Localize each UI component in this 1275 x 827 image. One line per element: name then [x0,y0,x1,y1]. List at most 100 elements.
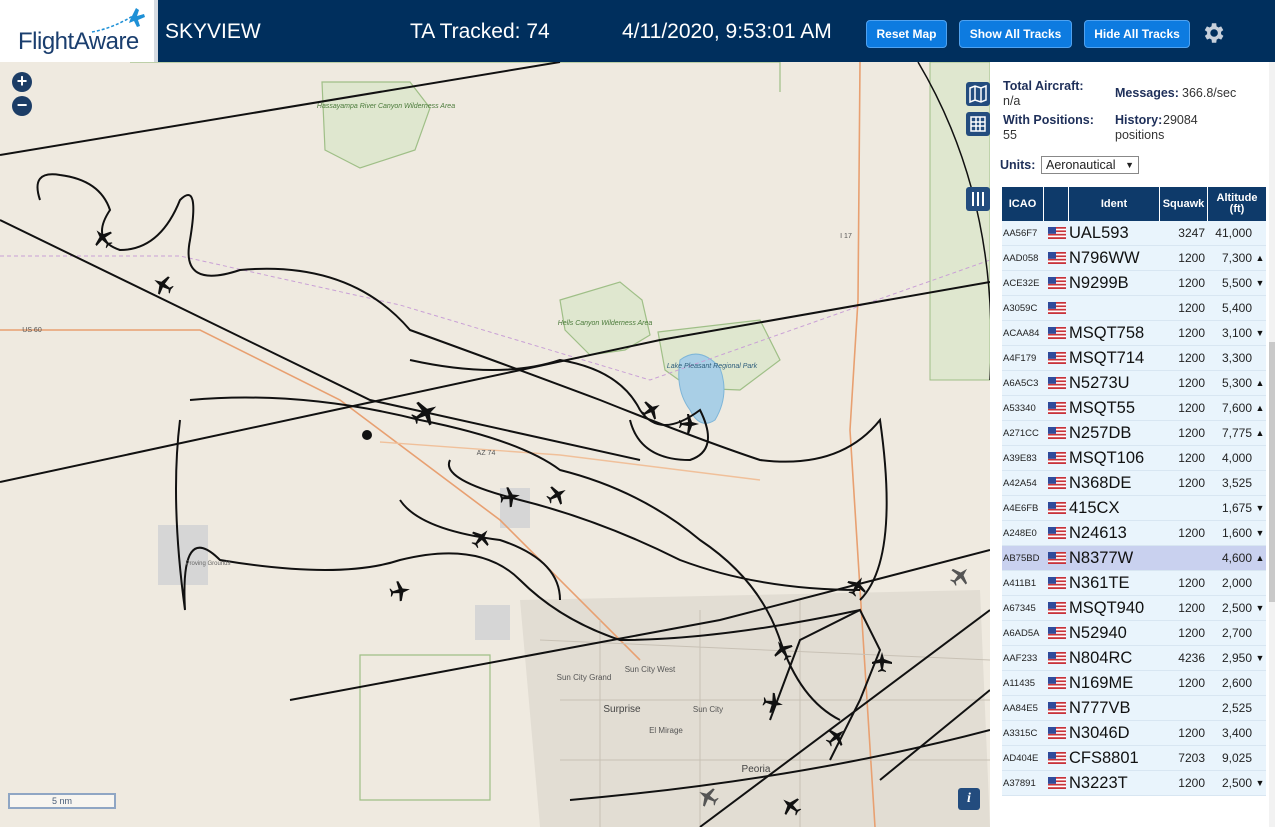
cell-altitude: 3,100 [1221,326,1252,340]
altitude-trend-icon: ▼ [1255,603,1265,613]
scrollbar-thumb[interactable] [1269,342,1275,602]
aircraft-icon[interactable] [407,395,443,431]
cell-altitude: 2,700 [1221,626,1252,640]
cell-altitude: 9,025 [1221,751,1252,765]
cell-altitude: 3,300 [1221,351,1252,365]
table-row[interactable]: A37891 N3223T 1200 2,500 ▼ [1002,771,1266,796]
cell-squawk: 1200 [1178,451,1205,465]
column-toggle-button[interactable] [966,187,990,211]
park-boundary-south [359,654,491,801]
clock: 4/11/2020, 9:53:01 AM [622,20,832,43]
label-hells-canyon: Hells Canyon Wilderness Area [558,320,653,327]
show-all-tracks-button[interactable]: Show All Tracks [959,20,1072,48]
cell-icao: AD404E [1003,752,1039,764]
cell-ident: N9299B [1069,273,1129,292]
table-row[interactable]: A411B1 N361TE 1200 2,000 [1002,571,1266,596]
cell-altitude: 41,000 [1215,226,1252,240]
map-canvas[interactable]: Hassayampa River Canyon Wilderness Area … [0,62,990,827]
cell-altitude: 4,600 [1221,551,1252,565]
proving-grounds [158,525,208,585]
cell-ident: UAL593 [1069,223,1129,242]
table-row[interactable]: A271CC N257DB 1200 7,775 ▲ [1002,421,1266,446]
table-row[interactable]: A3059C 1200 5,400 [1002,296,1266,321]
table-row[interactable]: A6A5C3 N5273U 1200 5,300 ▲ [1002,371,1266,396]
table-row[interactable]: A11435 N169ME 1200 2,600 [1002,671,1266,696]
cell-ident: N52940 [1069,623,1127,642]
urban-area [520,590,990,827]
table-row[interactable]: A42A54 N368DE 1200 3,525 [1002,471,1266,496]
units-select[interactable]: Aeronautical ▼ [1041,156,1139,174]
cell-icao: A67345 [1003,602,1036,614]
header-squawk[interactable]: Squawk [1160,187,1208,221]
with-positions-label: With Positions: [1003,113,1094,127]
info-button[interactable]: i [958,788,980,810]
table-row[interactable]: A6AD5A N52940 1200 2,700 [1002,621,1266,646]
top-bar: FlightAware SKYVIEW TA Tracked: 74 4/11/… [0,0,1275,62]
cell-ident: N3046D [1069,723,1130,742]
table-row[interactable]: A39E83 MSQT106 1200 4,000 [1002,446,1266,471]
cell-icao: ACE32E [1003,277,1040,289]
table-row[interactable]: AAD058 N796WW 1200 7,300 ▲ [1002,246,1266,271]
total-aircraft-label: Total Aircraft: [1003,79,1084,93]
us-flag-icon [1044,777,1069,789]
grid-toggle-button[interactable] [966,112,990,136]
us-flag-icon [1044,327,1069,339]
us-flag-icon [1044,727,1069,739]
cell-ident: N257DB [1069,423,1132,442]
table-row[interactable]: ACAA84 MSQT758 1200 3,100 ▼ [1002,321,1266,346]
cell-altitude: 7,775 [1221,426,1252,440]
map-view[interactable]: Hassayampa River Canyon Wilderness Area … [0,62,990,827]
aircraft-icon[interactable] [946,562,974,590]
hide-all-tracks-button[interactable]: Hide All Tracks [1084,20,1190,48]
cell-squawk: 1200 [1178,626,1205,640]
label-hassayampa: Hassayampa River Canyon Wilderness Area [317,103,455,110]
header-flag[interactable] [1044,187,1069,221]
cell-ident: N5273U [1069,373,1130,392]
map-layers-button[interactable] [966,82,990,106]
cell-altitude: 5,400 [1221,301,1252,315]
table-row[interactable]: ACE32E N9299B 1200 5,500 ▼ [1002,271,1266,296]
aircraft-icon[interactable] [543,481,570,508]
gear-icon[interactable] [1200,20,1226,46]
table-row[interactable]: AA56F7 UAL593 3247 41,000 [1002,221,1266,246]
altitude-trend-icon: ▲ [1255,378,1265,388]
cell-ident: N169ME [1069,673,1134,692]
table-row[interactable]: A67345 MSQT940 1200 2,500 ▼ [1002,596,1266,621]
cell-icao: A11435 [1003,677,1036,689]
table-row[interactable]: A248E0 N24613 1200 1,600 ▼ [1002,521,1266,546]
reset-map-button[interactable]: Reset Map [866,20,947,48]
table-row[interactable]: AD404E CFS8801 7203 9,025 [1002,746,1266,771]
us-flag-icon [1044,377,1069,389]
skyview-app: FlightAware SKYVIEW TA Tracked: 74 4/11/… [0,0,1275,827]
cell-altitude: 7,600 [1221,401,1252,415]
cell-squawk: 1200 [1178,376,1205,390]
receiver-location-marker[interactable] [362,430,372,440]
header-icao[interactable]: ICAO [1002,187,1044,221]
label-peoria: Peoria [742,764,771,775]
header-altitude[interactable]: Altitude (ft) [1208,187,1266,221]
header-ident[interactable]: Ident [1069,187,1160,221]
cell-altitude: 2,000 [1221,576,1252,590]
cell-altitude: 1,600 [1221,526,1252,540]
zoom-in-button[interactable]: + [12,72,32,92]
aircraft-icon[interactable] [388,579,411,602]
table-row[interactable]: A3315C N3046D 1200 3,400 [1002,721,1266,746]
us-flag-icon [1044,752,1069,764]
flightaware-logo[interactable]: FlightAware [0,0,158,62]
table-row[interactable]: AB75BD N8377W 4,600 ▲ [1002,546,1266,571]
table-row[interactable]: AA84E5 N777VB 2,525 [1002,696,1266,721]
cell-squawk: 1200 [1178,351,1205,365]
us-flag-icon [1044,527,1069,539]
table-row[interactable]: AAF233 N804RC 4236 2,950 ▼ [1002,646,1266,671]
cell-squawk: 7203 [1178,751,1205,765]
site-name: SKYVIEW [165,20,261,43]
zoom-out-button[interactable]: − [12,96,32,116]
cell-squawk: 1200 [1178,401,1205,415]
track-line-1 [0,62,561,156]
cell-icao: A53340 [1003,402,1036,414]
table-row[interactable]: A4E6FB 415CX 1,675 ▼ [1002,496,1266,521]
total-aircraft-value: n/a [1003,94,1021,108]
table-row[interactable]: A4F179 MSQT714 1200 3,300 [1002,346,1266,371]
us-flag-icon [1044,227,1069,239]
table-row[interactable]: A53340 MSQT55 1200 7,600 ▲ [1002,396,1266,421]
